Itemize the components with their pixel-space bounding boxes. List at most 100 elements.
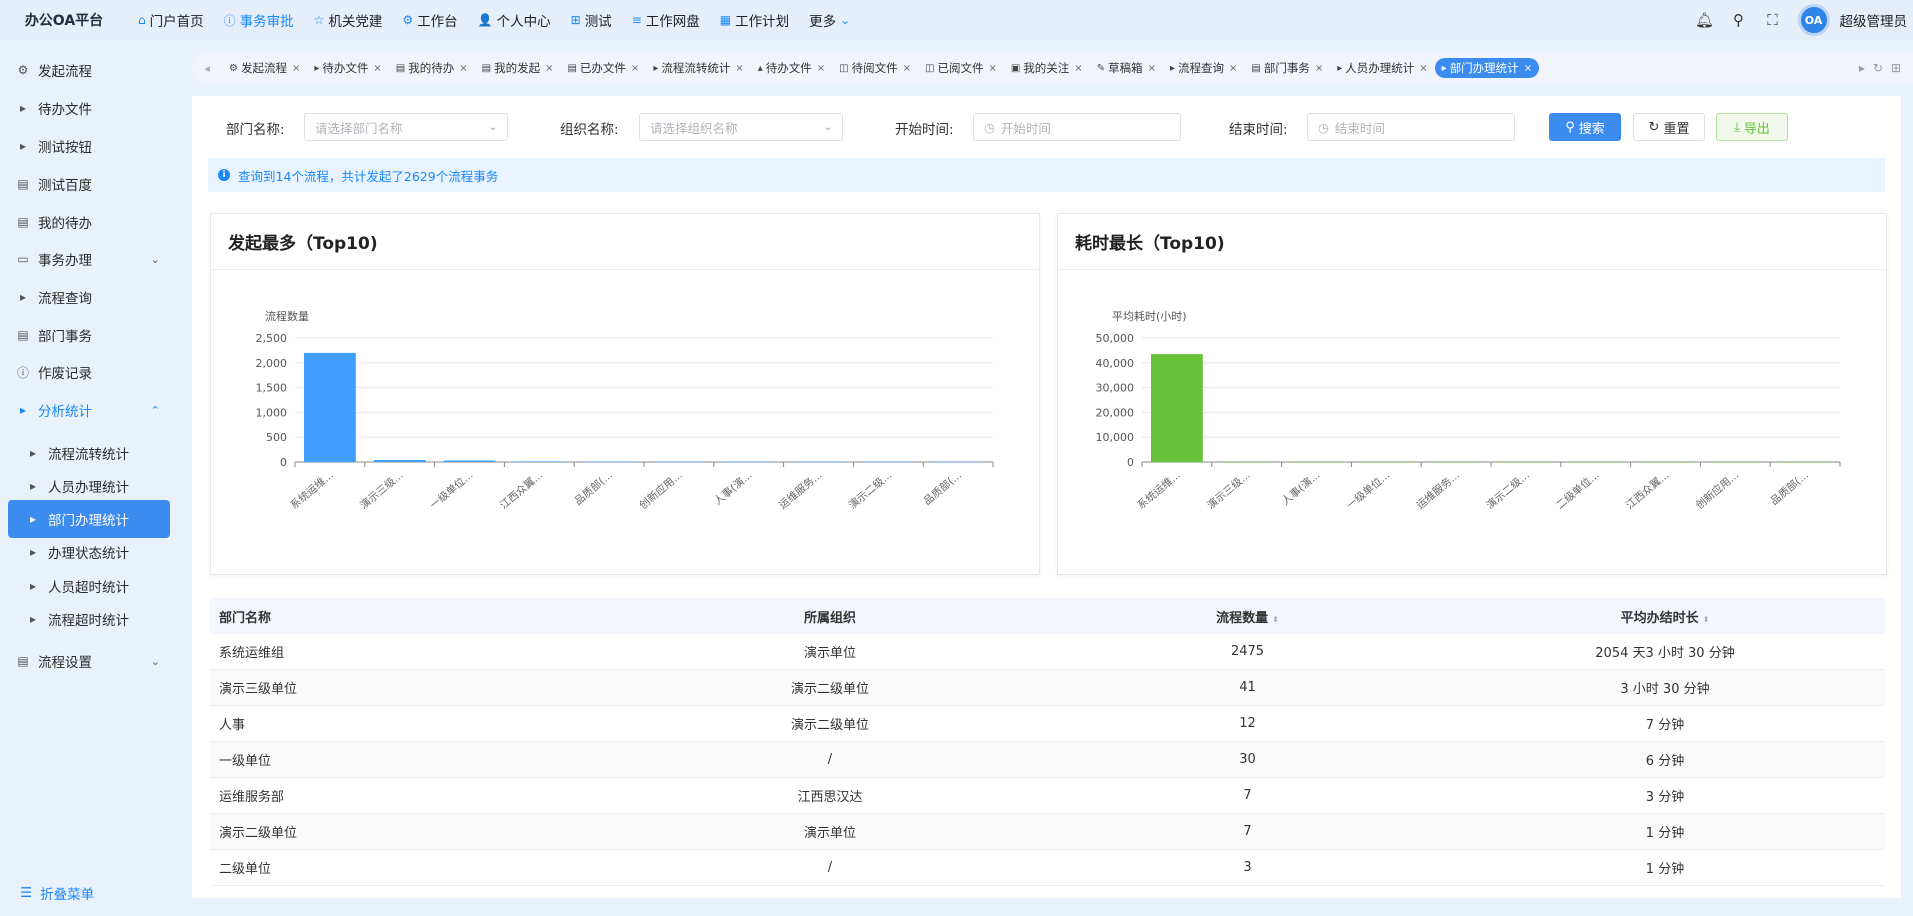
reset-button[interactable]: ↻ 重置 [1633,113,1705,141]
close-icon[interactable]: × [631,63,639,74]
tabs-scroll-right-icon[interactable]: ▸ [1859,61,1865,75]
sidebar-item[interactable]: ⓘ 作废记录 [8,353,170,391]
bar[interactable] [1639,461,1692,463]
grid-icon[interactable]: ⊞ [1891,61,1901,75]
col-avg-duration[interactable]: 平均办结时长 ⬍ [1445,607,1885,626]
topnav-item[interactable]: ⌂ 门户首页 [128,0,214,40]
tab[interactable]: ▸ 人员办理统计 × [1330,58,1434,78]
col-flow-count[interactable]: 流程数量 ⬍ [1050,607,1445,626]
tab[interactable]: ▤ 我的发起 × [475,58,561,78]
bar[interactable] [304,352,356,462]
table-row[interactable]: 二级单位 / 3 1 分钟 [210,850,1885,886]
sidebar-item[interactable]: ⚙ 发起流程 [8,51,170,89]
sort-icon[interactable]: ⬍ [1272,615,1279,624]
export-button[interactable]: ⤓ 导出 [1716,113,1788,141]
topnav-item[interactable]: ▦ 工作计划 [710,0,799,40]
tab[interactable]: ▴ 待办文件 × [751,58,832,78]
bar[interactable] [653,461,705,463]
dept-select[interactable]: 请选择部门名称 ⌄ [304,113,508,141]
bar[interactable] [1360,461,1413,463]
bar[interactable] [1779,461,1831,463]
bar[interactable] [443,460,496,462]
close-icon[interactable]: × [373,63,381,74]
topnav-item[interactable]: 👤 个人中心 [468,0,561,40]
sidebar-item[interactable]: ▸ 分析统计 ⌃ [8,391,170,429]
sidebar-item[interactable]: ▸ 流程超时统计 [8,600,170,638]
chevron-icon[interactable]: ⌄ [151,655,160,668]
avatar[interactable]: OA [1797,4,1830,36]
table-row[interactable]: 一级单位 / 30 6 分钟 [210,742,1885,778]
fullscreen-icon[interactable]: ⛶ [1756,11,1790,29]
bar[interactable] [792,461,845,463]
chevron-icon[interactable]: ⌃ [151,404,160,417]
close-icon[interactable]: × [735,63,743,74]
sidebar-item[interactable]: ▸ 待办文件 [8,89,170,127]
tabs-scroll-left-icon[interactable]: ◂ [192,62,222,75]
bar[interactable] [1290,461,1343,463]
refresh-icon[interactable]: ↻ [1873,61,1883,75]
collapse-menu-button[interactable]: ☰ 折叠菜单 [20,883,94,903]
tab[interactable]: ◫ 已阅文件 × [918,58,1004,78]
tab[interactable]: ▤ 部门事务 × [1244,58,1330,78]
sidebar-item[interactable]: ▤ 我的待办 [8,203,170,241]
close-icon[interactable]: × [1315,63,1323,74]
search-button[interactable]: ⚲ 搜索 [1549,113,1621,141]
close-icon[interactable]: × [1074,63,1082,74]
sidebar-item[interactable]: ▸ 办理状态统计 [8,533,170,571]
table-row[interactable]: 系统运维组 演示单位 2475 2054 天3 小时 30 分钟 [210,634,1885,670]
sidebar-item[interactable]: ▭ 事务办理 ⌄ [8,240,170,278]
bell-icon[interactable]: 🔔︎ [1688,11,1722,29]
tab[interactable]: ▸ 部门办理统计 × [1434,58,1540,78]
sidebar-item[interactable]: ▸ 测试按钮 [8,127,170,165]
bar[interactable] [513,461,566,463]
tab[interactable]: ▤ 已办文件 × [560,58,646,78]
close-icon[interactable]: × [459,63,467,74]
search-icon[interactable]: ⚲ [1722,11,1756,29]
close-icon[interactable]: × [1229,63,1237,74]
sidebar-item[interactable]: ▸ 流程查询 [8,278,170,316]
user-name[interactable]: 超级管理员 [1840,10,1908,30]
bar[interactable] [1151,354,1203,462]
tab[interactable]: ▤ 我的待办 × [389,58,475,78]
start-time-input[interactable]: ◷ 开始时间 [973,113,1181,141]
table-row[interactable]: 人事 演示二级单位 12 7 分钟 [210,706,1885,742]
tab[interactable]: ▣ 我的关注 × [1004,58,1090,78]
sidebar-item[interactable]: ▤ 部门事务 [8,316,170,354]
tab[interactable]: ⚙ 发起流程 × [222,58,307,78]
close-icon[interactable]: × [1419,63,1427,74]
table-row[interactable]: 演示二级单位 演示单位 7 1 分钟 [210,814,1885,850]
close-icon[interactable]: × [1148,63,1156,74]
sort-icon[interactable]: ⬍ [1703,615,1710,624]
bar[interactable] [1569,461,1622,463]
close-icon[interactable]: × [292,63,300,74]
table-row[interactable]: 演示三级单位 演示二级单位 41 3 小时 30 分钟 [210,670,1885,706]
close-icon[interactable]: × [988,63,996,74]
tab[interactable]: ✎ 草稿箱 × [1090,58,1163,78]
bar[interactable] [583,461,635,463]
chevron-icon[interactable]: ⌄ [151,253,160,266]
topnav-item[interactable]: ⊞ 测试 [561,0,622,40]
bar[interactable] [932,461,984,463]
topnav-item[interactable]: ⓘ 事务审批 [214,0,304,40]
close-icon[interactable]: × [817,63,825,74]
tab[interactable]: ◫ 待阅文件 × [832,58,918,78]
bar[interactable] [862,461,915,463]
table-row[interactable]: 运维服务部 江西思汉达 7 3 分钟 [210,778,1885,814]
tab[interactable]: ▸ 流程流转统计 × [646,58,750,78]
bar[interactable] [1709,461,1762,463]
topnav-item[interactable]: ≡ 工作网盘 [622,0,710,40]
tab[interactable]: ▸ 待办文件 × [307,58,388,78]
bar[interactable] [1430,461,1482,463]
topnav-item[interactable]: ☆ 机关党建 [304,0,393,40]
close-icon[interactable]: × [903,63,911,74]
bar[interactable] [722,461,775,463]
sidebar-item[interactable]: ▤ 流程设置 ⌄ [8,642,170,680]
tab[interactable]: ▸ 流程查询 × [1163,58,1244,78]
org-select[interactable]: 请选择组织名称 ⌄ [639,113,843,141]
bar[interactable] [373,459,426,462]
bar[interactable] [1500,461,1552,463]
topnav-item[interactable]: ⚙ 工作台 [392,0,467,40]
close-icon[interactable]: × [1524,63,1532,74]
close-icon[interactable]: × [545,63,553,74]
bar[interactable] [1220,461,1273,463]
